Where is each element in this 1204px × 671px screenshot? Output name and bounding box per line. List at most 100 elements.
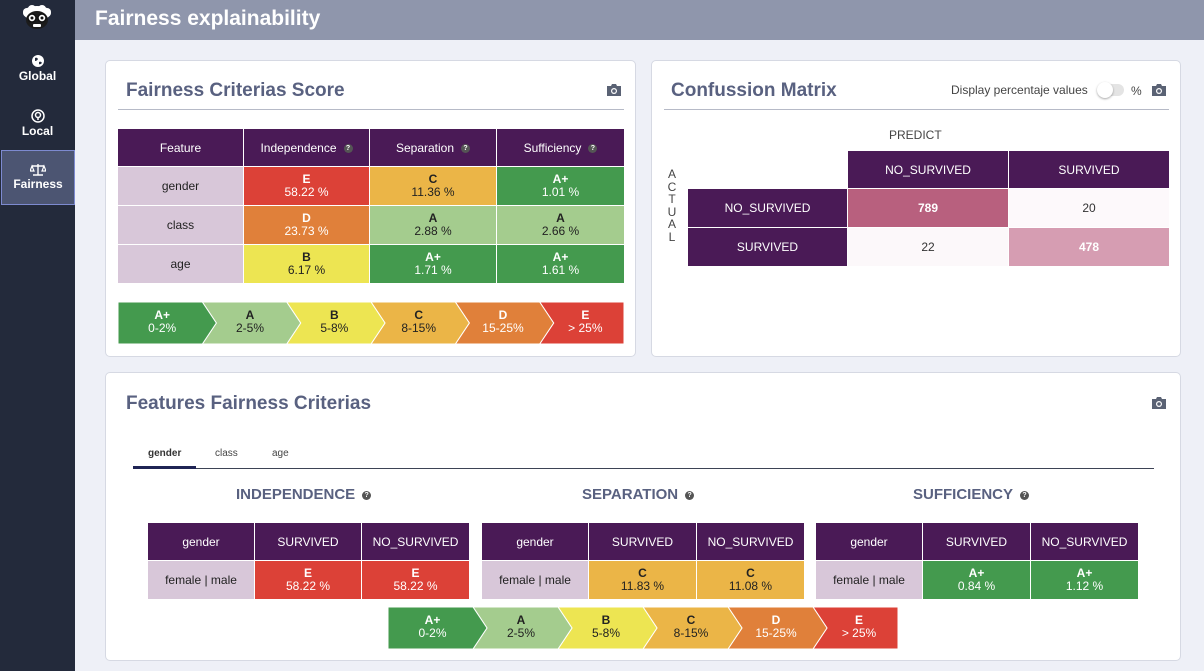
fairness-score-title: Fairness Criterias Score (126, 80, 345, 101)
table-row: age B 6.17 % A+ 1.71 % A+ 1.61 % (117, 244, 625, 284)
grade-percent: 58.22 % (285, 579, 331, 593)
grade-percent: 2.66 % (541, 224, 580, 238)
grade-cell: A+ 1.71 % (369, 244, 497, 284)
sidebar-item-global[interactable]: Global (0, 54, 75, 108)
grade-cell: C 11.08 % (696, 560, 805, 600)
criteria-label: SEPARATION (582, 486, 679, 503)
legend-label: A+ 0-2% (118, 309, 206, 335)
legend-range: 2-5% (235, 321, 264, 335)
grade-percent: 6.17 % (287, 263, 326, 277)
header-label: Sufficiency (523, 140, 582, 155)
grade-cell: A+ 1.61 % (496, 244, 625, 284)
column-header: NO_SURVIVED (696, 522, 805, 561)
grade-percent: 58.22 % (284, 185, 329, 199)
help-icon[interactable]: ? (461, 143, 471, 153)
sufficiency-title: SUFFICIENCY? (913, 486, 1030, 503)
help-icon[interactable]: ? (588, 143, 598, 153)
tab-gender[interactable]: gender (148, 448, 181, 459)
camera-icon[interactable] (1151, 83, 1167, 97)
help-icon[interactable]: ? (685, 491, 695, 500)
page-title: Fairness explainability (95, 7, 321, 30)
help-icon[interactable]: ? (1020, 491, 1030, 500)
grade-legend: A+ 0-2% A 2-5% B 5-8% C 8-15% D 15-25% E > 25% (388, 607, 898, 649)
separation-title: SEPARATION? (582, 486, 695, 503)
tab-class[interactable]: class (215, 448, 238, 459)
legend-label: B 5-8% (294, 309, 375, 335)
column-header: SURVIVED (588, 522, 697, 561)
grade-cell: E 58.22 % (243, 166, 370, 206)
legend-label: E > 25% (547, 309, 624, 335)
location-pin-icon (30, 109, 45, 123)
toggle-knob (1097, 82, 1113, 98)
column-header: SURVIVED (254, 522, 362, 561)
legend-label: E > 25% (820, 614, 898, 640)
legend-label: D 15-25% (735, 614, 817, 640)
independence-title: INDEPENDENCE? (236, 486, 372, 503)
header-independence: Independence? (243, 128, 370, 167)
column-header: gender (147, 522, 255, 561)
legend-range: 15-25% (482, 321, 524, 335)
row-header: SURVIVED (687, 227, 848, 267)
active-tab-indicator (133, 466, 196, 469)
legend-label: C 8-15% (650, 614, 732, 640)
row-label: female | male (815, 560, 923, 600)
predict-label: PREDICT (889, 128, 942, 142)
header-separation: Separation? (369, 128, 497, 167)
sufficiency-table: gender SURVIVED NO_SURVIVED female | mal… (815, 522, 1139, 600)
table-row: NO_SURVIVED 789 20 (687, 188, 1170, 228)
matrix-cell: 478 (1008, 227, 1170, 267)
percentage-toggle[interactable] (1097, 82, 1124, 98)
legend-range: 2-5% (506, 626, 535, 640)
sidebar-item-label: Global (18, 69, 57, 83)
card-divider (118, 109, 624, 110)
confusion-matrix-table: NO_SURVIVED SURVIVED NO_SURVIVED 789 20 … (687, 150, 1170, 267)
legend-range: 8-15% (673, 626, 709, 640)
legend-label: A 2-5% (480, 614, 562, 640)
balance-scale-icon (30, 164, 46, 176)
sidebar: Global Local Fairness (0, 0, 75, 671)
card-divider (664, 109, 1169, 110)
grade-cell: C 11.83 % (588, 560, 697, 600)
camera-icon[interactable] (1151, 396, 1167, 410)
grade-percent: 58.22 % (393, 579, 438, 593)
legend-range: 8-15% (401, 321, 436, 335)
table-row: female | male A+ 0.84 % A+ 1.12 % (815, 560, 1139, 600)
feature-cell: gender (117, 166, 244, 206)
grade-percent: 11.36 % (411, 185, 455, 199)
matrix-cell: 22 (847, 227, 1009, 267)
grade-cell: A 2.66 % (496, 205, 625, 245)
tab-age[interactable]: age (272, 448, 289, 459)
confusion-matrix-title: Confussion Matrix (671, 80, 837, 101)
grade-cell: C 11.36 % (369, 166, 497, 206)
column-header: SURVIVED (1008, 150, 1170, 189)
table-row: SURVIVED 22 478 (687, 227, 1170, 267)
column-header: SURVIVED (922, 522, 1031, 561)
percentage-toggle-label: Display percentaje values (951, 83, 1088, 97)
legend-label: C 8-15% (378, 309, 459, 335)
table-row: class D 23.73 % A 2.88 % A 2.66 % (117, 205, 625, 245)
criteria-label: SUFFICIENCY (913, 486, 1014, 503)
feature-cell: class (117, 205, 244, 245)
help-icon[interactable]: ? (362, 491, 372, 500)
matrix-cell: 20 (1008, 188, 1170, 228)
help-icon[interactable]: ? (343, 143, 353, 153)
grade-percent: 11.83 % (620, 579, 665, 593)
grade-percent: 0.84 % (957, 579, 996, 593)
grade-cell: A+ 0.84 % (922, 560, 1031, 600)
grade-percent: 1.71 % (414, 263, 452, 277)
globe-icon (31, 55, 44, 67)
features-fairness-title: Features Fairness Criterias (126, 393, 372, 414)
legend-label: B 5-8% (565, 614, 647, 640)
grade-percent: 23.73 % (284, 224, 329, 238)
legend-label: A 2-5% (209, 309, 290, 335)
table-row: female | male E 58.22 % E 58.22 % (147, 560, 470, 600)
toggle-unit: % (1131, 84, 1142, 98)
grade-cell: A+ 1.12 % (1030, 560, 1139, 600)
camera-icon[interactable] (606, 83, 622, 97)
sidebar-item-fairness[interactable]: Fairness (1, 150, 75, 205)
column-header: NO_SURVIVED (847, 150, 1009, 189)
column-header: gender (815, 522, 923, 561)
column-header: NO_SURVIVED (361, 522, 470, 561)
grade-cell: A+ 1.01 % (496, 166, 625, 206)
logo-icon (23, 5, 51, 29)
